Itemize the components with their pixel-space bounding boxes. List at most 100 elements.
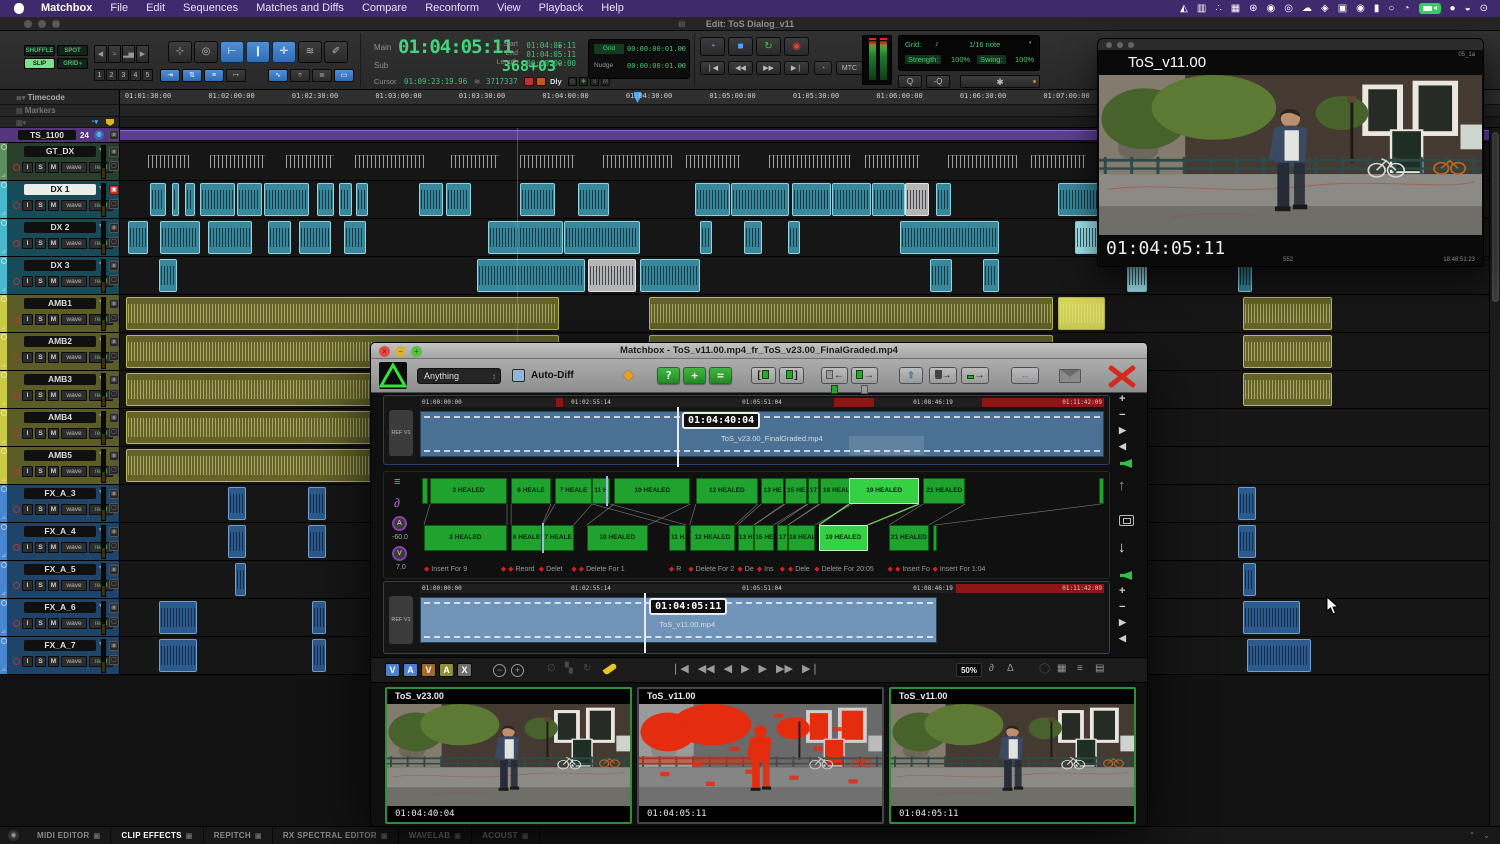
record-enable-button[interactable] — [13, 278, 20, 285]
conform-marker-insert-for-9[interactable]: ◆Insert For 9 — [424, 565, 467, 573]
audio-clip[interactable] — [446, 183, 471, 216]
marker-flag-icon[interactable] — [106, 119, 114, 126]
healed-segment-12-healed[interactable]: 12 HEALED — [696, 478, 758, 504]
track-button-1[interactable]: ▣ — [109, 565, 119, 575]
healed-segment-21-healed[interactable]: 21 HEALED — [923, 478, 965, 504]
bottom-tab-clip-effects[interactable]: CLIP EFFECTS▣ — [111, 827, 203, 844]
prev-ref-icon[interactable]: ◀ — [1119, 441, 1126, 452]
track-i-button[interactable]: I — [22, 276, 33, 287]
prev-match-button[interactable]: ◀ — [724, 662, 732, 675]
healed-segment-6-heale[interactable]: 6 HEALE — [511, 478, 551, 504]
film-icon[interactable]: ▦ — [1231, 0, 1240, 17]
export-up-button[interactable]: ⇧ — [899, 367, 923, 384]
audio-clip[interactable] — [185, 183, 195, 216]
track-s-button[interactable]: S — [35, 466, 46, 477]
channel-button-4-x[interactable]: X — [457, 663, 472, 677]
channel-button-2-v[interactable]: V — [421, 663, 436, 677]
clock-source-button[interactable]: ◔ — [814, 61, 832, 75]
audio-gain-value[interactable]: -60.0 — [392, 534, 408, 541]
audio-clip[interactable] — [126, 297, 559, 330]
track-m-button[interactable]: M — [48, 618, 59, 629]
track-name-fx-a-6[interactable]: FX_A_6 — [24, 602, 96, 613]
audio-clip[interactable] — [564, 221, 640, 254]
record-enable-button[interactable] — [13, 544, 20, 551]
reference-lane[interactable]: 01:04:40:04 ToS_v23.00_FinalGraded.mp4 — [420, 409, 1104, 461]
unquantize-button[interactable]: -Q — [926, 75, 950, 88]
track-view-selector[interactable]: wave — [61, 466, 87, 477]
swirl-icon[interactable]: ◈ — [1321, 0, 1329, 17]
track-view-selector[interactable]: wave — [61, 276, 87, 287]
audio-clip[interactable] — [159, 639, 198, 672]
track-view-selector[interactable]: wave — [61, 618, 87, 629]
track-name-fx-a-5[interactable]: FX_A_5 — [24, 564, 96, 575]
track-button-2[interactable]: ▢ — [109, 389, 119, 399]
track-toggle-icon[interactable] — [1, 600, 7, 606]
menu-item-matchbox[interactable]: Matchbox — [32, 0, 101, 17]
zoom-in-icon[interactable]: + — [511, 664, 524, 677]
conform-down-icon[interactable]: ↓ — [1118, 539, 1126, 556]
scrubber-tool[interactable]: ≋ — [298, 41, 322, 63]
track-button-1[interactable]: ▣ — [109, 641, 119, 651]
pencil-tool[interactable]: ✐ — [324, 41, 348, 63]
track-button-2[interactable]: ▢ — [109, 275, 119, 285]
track-s-button[interactable]: S — [35, 276, 46, 287]
track-view-selector[interactable]: wave — [61, 314, 87, 325]
track-resize-grip[interactable]: ⊿ — [1, 400, 6, 407]
track-name-dx-1[interactable]: DX 1 — [24, 184, 96, 195]
audio-clip[interactable] — [1247, 639, 1310, 672]
loop-play-button[interactable]: ↻ — [756, 37, 781, 56]
audio-clip[interactable] — [788, 221, 800, 254]
track-toggle-icon[interactable] — [1, 524, 7, 530]
track-name-fx-a-3[interactable]: FX_A_3 — [24, 488, 96, 499]
track-toggle-icon[interactable] — [1, 410, 7, 416]
healed-segment[interactable] — [422, 478, 428, 504]
track-i-button[interactable]: I — [22, 428, 33, 439]
video-gain-value[interactable]: 7.0 — [396, 564, 406, 571]
video-window-titlebar[interactable] — [1098, 39, 1483, 50]
target-audio-icon[interactable] — [1120, 571, 1132, 580]
healed-segment-12-healed[interactable]: 12 HEALED — [690, 525, 735, 551]
thumbnail-2-tos-v11-00[interactable]: ToS_v11.0001:04:05:11 — [637, 687, 884, 824]
audio-clip[interactable] — [312, 639, 326, 672]
match-type-select[interactable]: Anything↕ — [417, 368, 501, 384]
automator-icon[interactable]: ⊛ — [1249, 0, 1257, 17]
bottom-tab-midi-editor[interactable]: MIDI EDITOR▣ — [27, 827, 111, 844]
track-button-1[interactable]: ▣ — [109, 489, 119, 499]
track-resize-grip[interactable]: ⊿ — [1, 476, 6, 483]
track-toggle-icon[interactable] — [1, 258, 7, 264]
grid-chip[interactable]: Grid — [594, 44, 624, 54]
scroll-up-icon[interactable]: ⌃ — [1469, 831, 1476, 840]
conform-marker-delete-for-1[interactable]: ◆◆Delete For 1 — [571, 565, 624, 573]
video-gain-icon[interactable]: V — [392, 546, 407, 561]
equal-match-button[interactable]: = — [709, 367, 732, 384]
matchbox-crossed-icon[interactable] — [1104, 363, 1140, 389]
audio-clip[interactable] — [308, 487, 326, 520]
conform-marker-reord[interactable]: ◆◆Reord — [501, 565, 535, 573]
track-button-1[interactable]: ▣ — [109, 299, 119, 309]
note-caret[interactable]: ▾ — [1029, 40, 1032, 46]
track-m-button[interactable]: M — [48, 656, 59, 667]
menu-item-sequences[interactable]: Sequences — [174, 0, 247, 17]
track-i-button[interactable]: I — [22, 580, 33, 591]
track-button-1[interactable]: ▣ — [109, 413, 119, 423]
healed-segment-19-healed[interactable]: 19 HEALED — [849, 478, 919, 504]
quantize-button[interactable]: Q — [898, 75, 922, 88]
healed-segment-17[interactable]: 17 — [777, 525, 788, 551]
track-resize-grip[interactable]: ⊿ — [1, 552, 6, 559]
track-toggle-icon[interactable] — [1, 334, 7, 340]
track-i-button[interactable]: I — [22, 618, 33, 629]
audio-clip[interactable] — [477, 259, 585, 292]
zoom-out-icon[interactable]: − — [493, 664, 506, 677]
record-enable-button[interactable] — [13, 202, 20, 209]
track-s-button[interactable]: S — [35, 618, 46, 629]
timecode-ruler-icon[interactable]: ≣▾ — [16, 95, 25, 102]
track-s-button[interactable]: S — [35, 390, 46, 401]
trim-head-button[interactable]: [ — [751, 367, 776, 384]
channel-button-1-a[interactable]: A — [403, 663, 418, 677]
video-close-button[interactable] — [1106, 42, 1112, 48]
track-i-button[interactable]: I — [22, 238, 33, 249]
audio-clip[interactable] — [264, 183, 310, 216]
prev-target-icon[interactable]: ◀ — [1119, 633, 1126, 644]
apple-menu-icon[interactable] — [14, 3, 24, 14]
audio-clip[interactable] — [1243, 297, 1331, 330]
